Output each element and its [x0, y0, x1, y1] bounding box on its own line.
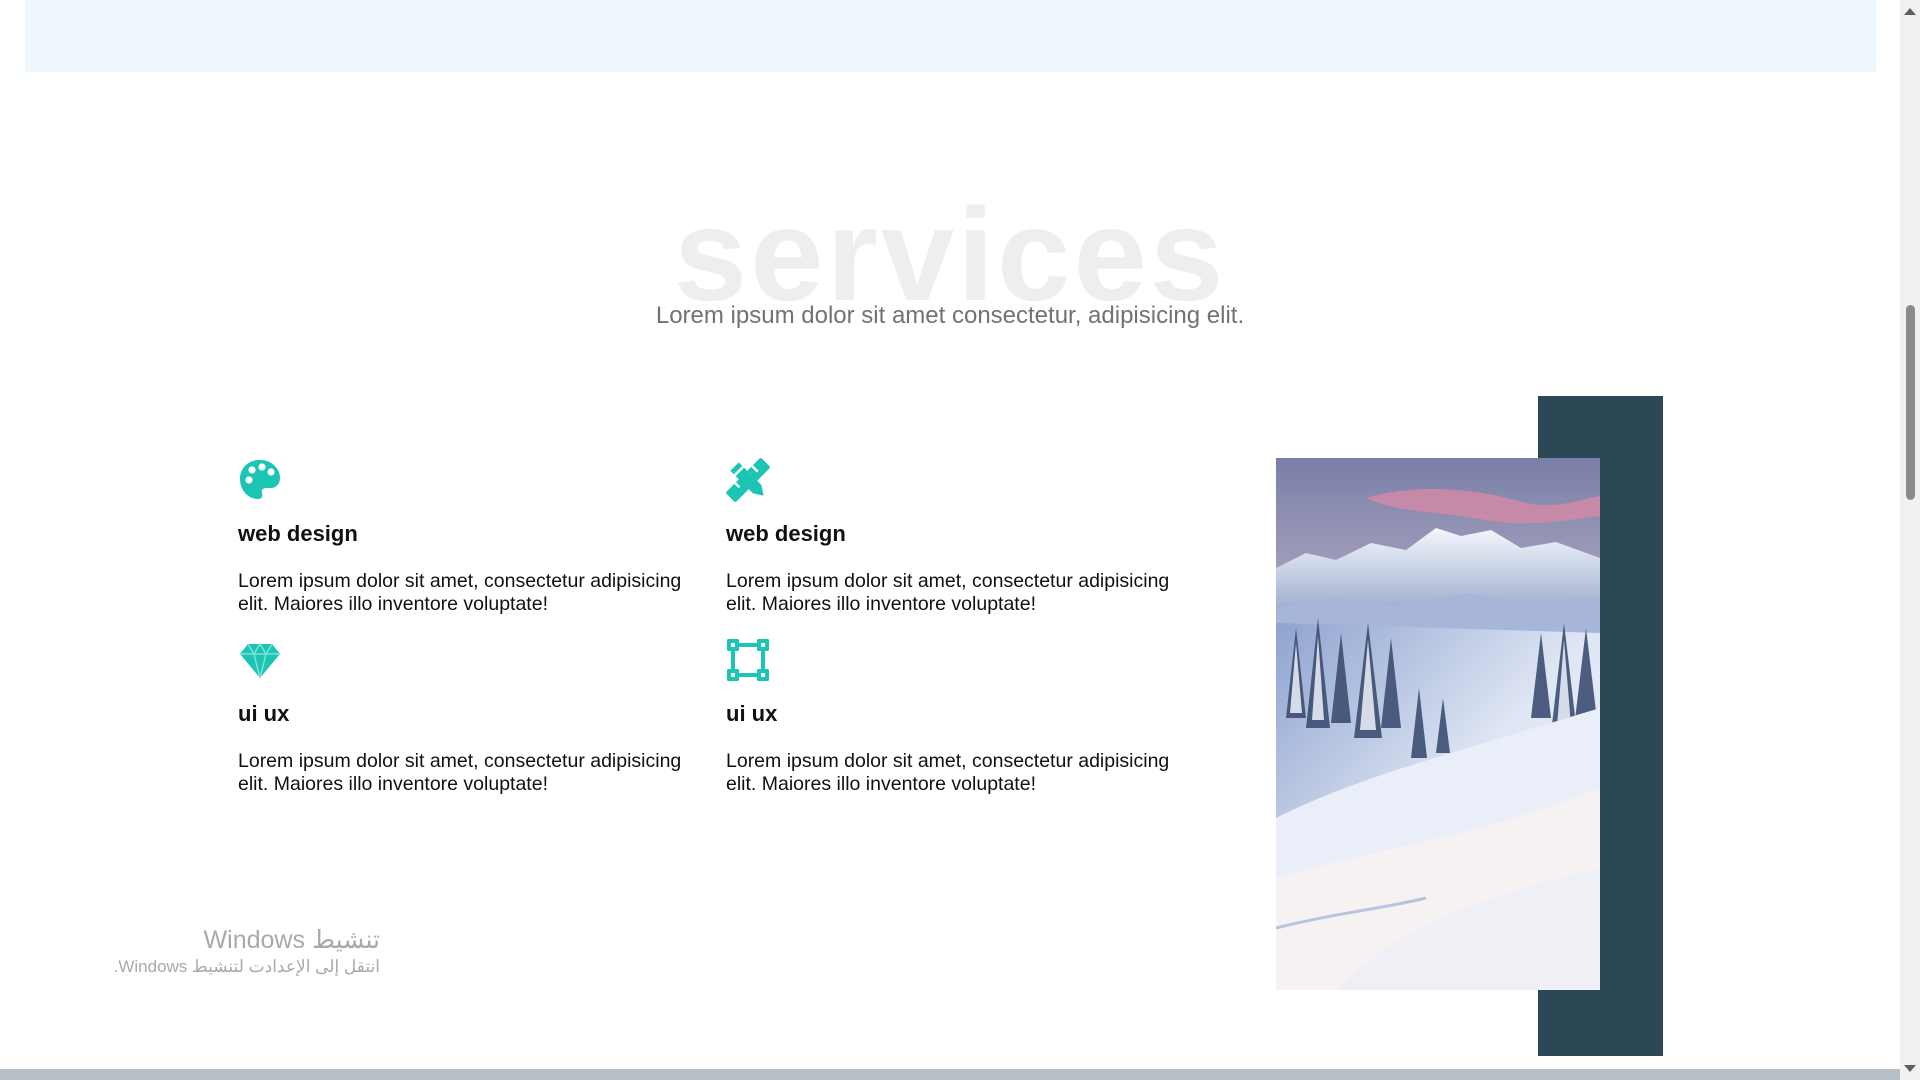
service-card: ui ux Lorem ipsum dolor sit amet, consec…: [238, 638, 688, 796]
service-card-text: Lorem ipsum dolor sit amet, consectetur …: [726, 570, 1170, 615]
scroll-thumb[interactable]: [1906, 305, 1915, 500]
service-card-text: Lorem ipsum dolor sit amet, consectetur …: [726, 750, 1170, 795]
scroll-down-arrow-icon[interactable]: [1904, 1065, 1916, 1072]
services-image: [1276, 458, 1600, 990]
service-card: web design Lorem ipsum dolor sit amet, c…: [726, 458, 1176, 616]
scroll-up-arrow-icon[interactable]: [1904, 8, 1916, 15]
service-card: ui ux Lorem ipsum dolor sit amet, consec…: [726, 638, 1176, 796]
gem-icon: [238, 638, 282, 682]
vertical-scrollbar[interactable]: [1900, 0, 1920, 1080]
section-title: services: [673, 181, 1227, 328]
service-card-title: ui ux: [726, 701, 778, 726]
vector-square-icon: [726, 638, 770, 682]
service-card-title: web design: [726, 521, 846, 546]
service-card-title: web design: [238, 521, 358, 546]
footer-edge: [0, 1069, 1900, 1080]
header-band: [25, 0, 1876, 72]
watermark-title: تنشيط Windows: [203, 926, 380, 954]
service-card-title: ui ux: [238, 701, 290, 726]
service-card-text: Lorem ipsum dolor sit amet, consectetur …: [238, 570, 682, 615]
windows-activation-watermark: تنشيط Windows انتقل إلى الإعدادت لتنشيط …: [114, 925, 380, 979]
watermark-subtitle: انتقل إلى الإعدادت لتنشيط Windows.: [113, 957, 380, 976]
service-card: web design Lorem ipsum dolor sit amet, c…: [238, 458, 688, 616]
pencil-ruler-icon: [726, 458, 770, 502]
page: services Lorem ipsum dolor sit amet cons…: [0, 0, 1900, 1080]
service-card-text: Lorem ipsum dolor sit amet, consectetur …: [238, 750, 682, 795]
palette-icon: [238, 458, 282, 502]
section-subtitle: Lorem ipsum dolor sit amet consectetur, …: [655, 302, 1245, 329]
